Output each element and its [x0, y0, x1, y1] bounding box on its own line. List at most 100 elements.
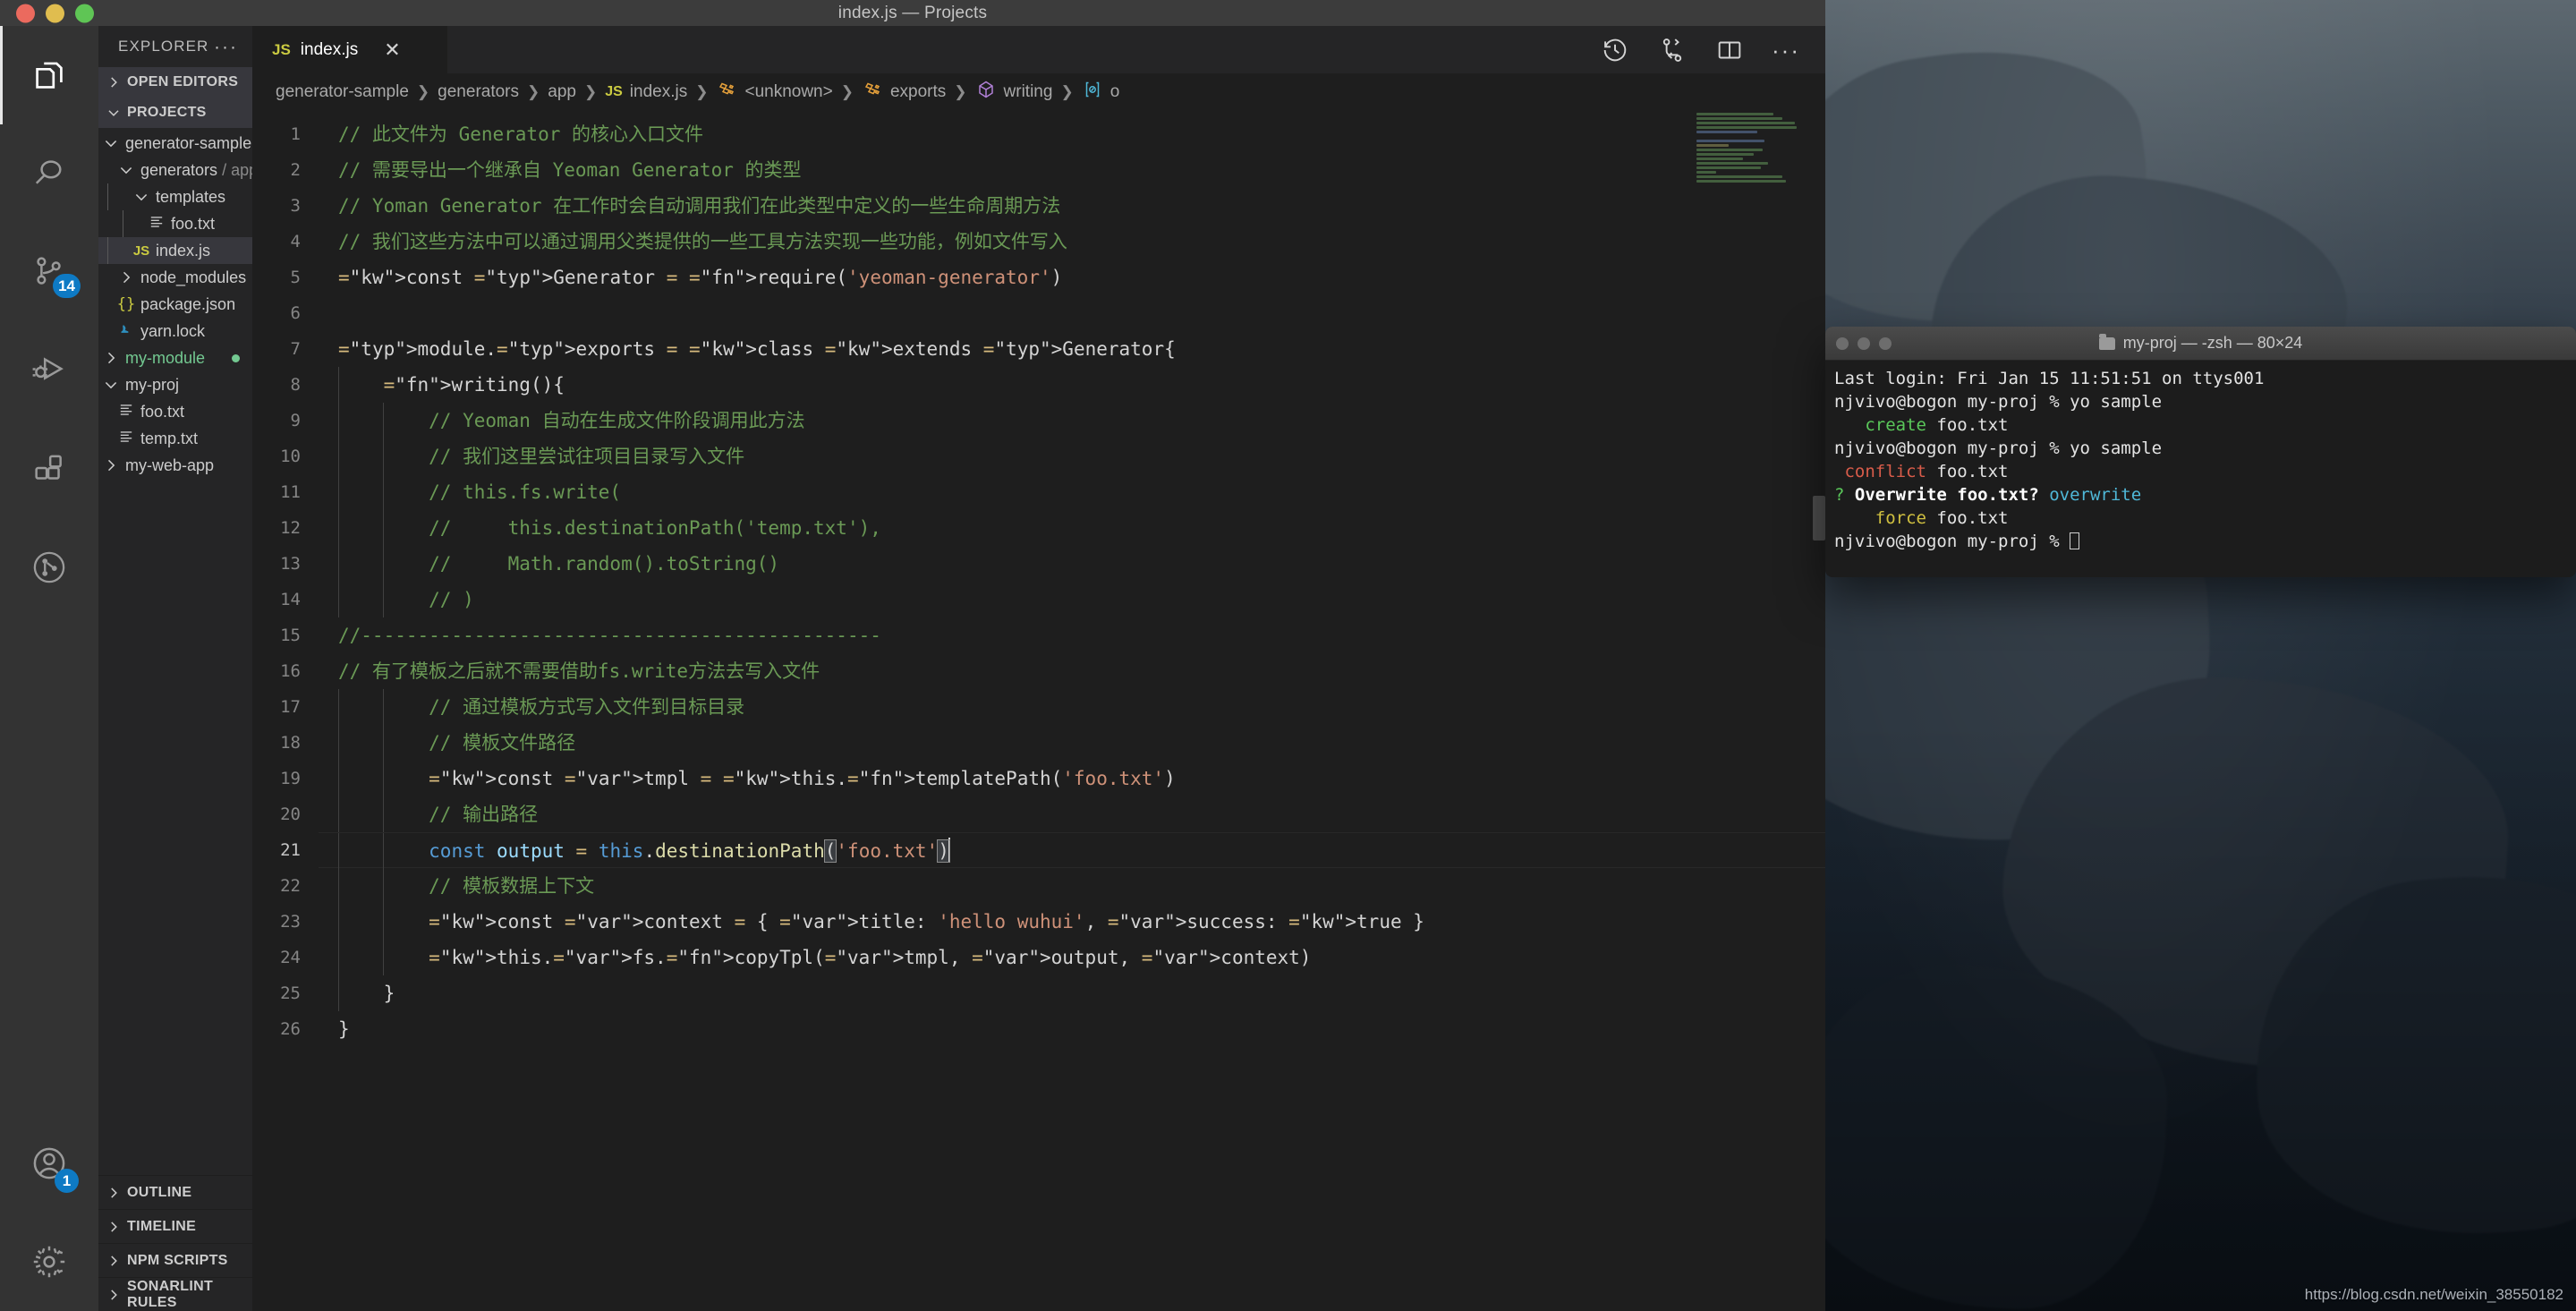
code-line-text: ="fn">writing(){ [383, 374, 565, 396]
activity-item-explorer[interactable] [0, 26, 98, 124]
breadcrumb-item-exports[interactable]: exports [862, 79, 946, 106]
code-line-text: } [338, 1018, 350, 1040]
section-timeline[interactable]: TIMELINE [98, 1209, 252, 1243]
close-tab-icon[interactable]: ✕ [384, 39, 400, 60]
tree-item-foo-txt[interactable]: foo.txt [98, 210, 252, 237]
tree-item-yarn-lock[interactable]: yarn.lock [98, 318, 252, 345]
terminal-line: njvivo@bogon my-proj % [1834, 530, 2567, 553]
code-line[interactable]: const output = this.destinationPath('foo… [319, 832, 1825, 869]
code-line-text: } [338, 983, 395, 1004]
code-line-text: // 我们这些方法中可以通过调用父类提供的一些工具方法实现一些功能，例如文件写入 [338, 231, 1067, 252]
indent-guide [383, 438, 385, 474]
tree-item-temp-txt[interactable]: temp.txt [98, 425, 252, 452]
breadcrumb-item-index-js[interactable]: JS index.js [605, 82, 687, 102]
sidebar-header: EXPLORER ··· [98, 26, 252, 67]
code-line[interactable]: // 此文件为 Generator 的核心入口文件 [319, 116, 1825, 152]
terminal-output[interactable]: Last login: Fri Jan 15 11:51:51 on ttys0… [1825, 361, 2576, 559]
code-line[interactable]: // 模板文件路径 [319, 725, 1825, 761]
tree-item-node-modules[interactable]: node_modules [98, 264, 252, 291]
breadcrumb-item--unknown-[interactable]: <unknown> [716, 79, 833, 106]
tree-item-foo-txt[interactable]: foo.txt [98, 398, 252, 425]
line-number: 26 [280, 1019, 301, 1039]
breadcrumb-item-label: generators [438, 82, 520, 101]
code-line[interactable]: // Yeoman 自动在生成文件阶段调用此方法 [319, 403, 1825, 438]
window-traffic-lights[interactable] [16, 4, 94, 22]
indent-guide [338, 833, 339, 869]
activity-item-source-control[interactable]: 14 [0, 223, 98, 321]
timeline-history-icon[interactable] [1600, 35, 1630, 65]
code-line[interactable]: ="typ">module.="typ">exports = ="kw">cla… [319, 331, 1825, 367]
code-line[interactable] [319, 295, 1825, 331]
close-window-button[interactable] [16, 4, 35, 22]
tree-item-my-web-app[interactable]: my-web-app [98, 452, 252, 479]
code-line[interactable]: // this.fs.write( [319, 474, 1825, 510]
section-sonarlint-rules[interactable]: SONARLINT RULES [98, 1277, 252, 1311]
code-line[interactable]: ="fn">writing(){ [319, 367, 1825, 403]
code-line[interactable]: // 我们这些方法中可以通过调用父类提供的一些工具方法实现一些功能，例如文件写入 [319, 224, 1825, 260]
terminal-zoom-button[interactable] [1879, 336, 1892, 350]
code-line[interactable]: } [319, 1011, 1825, 1047]
sidebar-more-actions-icon[interactable]: ··· [214, 38, 238, 56]
terminal-text: ? [1834, 485, 1855, 505]
terminal-line: conflict foo.txt [1834, 460, 2567, 483]
compare-changes-icon[interactable] [1657, 35, 1688, 65]
activity-item-run-and-debug[interactable] [0, 321, 98, 420]
terminal-minimize-button[interactable] [1858, 336, 1870, 350]
tab-index-js[interactable]: JS index.js ✕ [252, 26, 447, 73]
more-actions-icon[interactable]: ··· [1772, 38, 1800, 62]
code-line[interactable]: //--------------------------------------… [319, 617, 1825, 653]
section-projects[interactable]: PROJECTS [98, 98, 252, 128]
section-outline[interactable]: OUTLINE [98, 1175, 252, 1209]
code-line[interactable]: // this.destinationPath('temp.txt'), [319, 510, 1825, 546]
code-line[interactable]: // 模板数据上下文 [319, 868, 1825, 904]
tree-item-templates[interactable]: templates [98, 183, 252, 210]
activity-item-search[interactable] [0, 124, 98, 223]
split-editor-icon[interactable] [1714, 35, 1745, 65]
code-line[interactable]: ="kw">const ="var">context = { ="var">ti… [319, 904, 1825, 940]
breadcrumb-item-generator-sample[interactable]: generator-sample [276, 82, 409, 102]
tree-item-my-proj[interactable]: my-proj [98, 371, 252, 398]
tree-item-package-json[interactable]: {} package.json [98, 291, 252, 318]
code-line-text: ="kw">this.="var">fs.="fn">copyTpl(="var… [429, 947, 1312, 968]
code-line[interactable]: ="kw">const ="typ">Generator = ="fn">req… [319, 260, 1825, 295]
code-editor[interactable]: 1 2 3 4 5 6 7 8 9 10 11 12 13 14 15 16 17 18 19 20 21 22 23 24 2… [252, 111, 1825, 1311]
code-line[interactable]: // Yoman Generator 在工作时会自动调用我们在此类型中定义的一些… [319, 188, 1825, 224]
breadcrumb-item-app[interactable]: app [548, 82, 576, 102]
activity-item-accounts[interactable]: 1 [0, 1114, 98, 1213]
code-line-text: // 通过模板方式写入文件到目标目录 [338, 696, 745, 718]
code-line[interactable]: ="kw">const ="var">tmpl = ="kw">this.="f… [319, 761, 1825, 796]
terminal-close-button[interactable] [1836, 336, 1849, 350]
tree-item-my-module[interactable]: my-module [98, 345, 252, 371]
code-content[interactable]: // 此文件为 Generator 的核心入口文件 // 需要导出一个继承自 Ye… [319, 111, 1825, 1311]
code-line[interactable]: // 输出路径 [319, 796, 1825, 832]
tree-item-generator-sample[interactable]: generator-sample [98, 130, 252, 157]
breadcrumb-item-writing[interactable]: writing [975, 79, 1052, 106]
code-line[interactable]: // Math.random().toString() [319, 546, 1825, 582]
code-line[interactable]: // 有了模板之后就不需要借助fs.write方法去写入文件 [319, 653, 1825, 689]
minimize-window-button[interactable] [46, 4, 64, 22]
activity-item-gitlens[interactable] [0, 518, 98, 617]
code-line[interactable]: // 通过模板方式写入文件到目标目录 [319, 689, 1825, 725]
tree-item-generators[interactable]: generators / app [98, 157, 252, 183]
files-icon [29, 55, 70, 96]
breadcrumb-item-o[interactable]: o [1082, 79, 1119, 106]
code-line[interactable]: // ) [319, 582, 1825, 617]
activity-item-manage[interactable] [0, 1213, 98, 1311]
text-file-icon [149, 214, 165, 234]
code-line[interactable]: } [319, 975, 1825, 1011]
code-line[interactable]: // 需要导出一个继承自 Yeoman Generator 的类型 [319, 152, 1825, 188]
activity-item-extensions[interactable] [0, 420, 98, 518]
section-npm-scripts[interactable]: NPM SCRIPTS [98, 1243, 252, 1277]
breadcrumb-item-label: <unknown> [744, 82, 833, 101]
section-open-editors[interactable]: OPEN EDITORS [98, 67, 252, 98]
tree-item-index-js[interactable]: JS index.js [98, 237, 252, 264]
zoom-window-button[interactable] [75, 4, 94, 22]
terminal-traffic-lights[interactable] [1836, 336, 1892, 350]
code-line[interactable]: // 我们这里尝试往项目目录写入文件 [319, 438, 1825, 474]
terminal-text: create [1834, 415, 1937, 435]
code-line[interactable]: ="kw">this.="var">fs.="fn">copyTpl(="var… [319, 940, 1825, 975]
vscode-window: index.js — Projects 14 1 EXPLORER ··· OP… [0, 0, 1825, 1311]
editor-scrollbar-thumb[interactable] [1813, 496, 1825, 541]
terminal-titlebar: my-proj — -zsh — 80×24 [1825, 327, 2576, 361]
breadcrumb-item-generators[interactable]: generators [438, 82, 519, 102]
